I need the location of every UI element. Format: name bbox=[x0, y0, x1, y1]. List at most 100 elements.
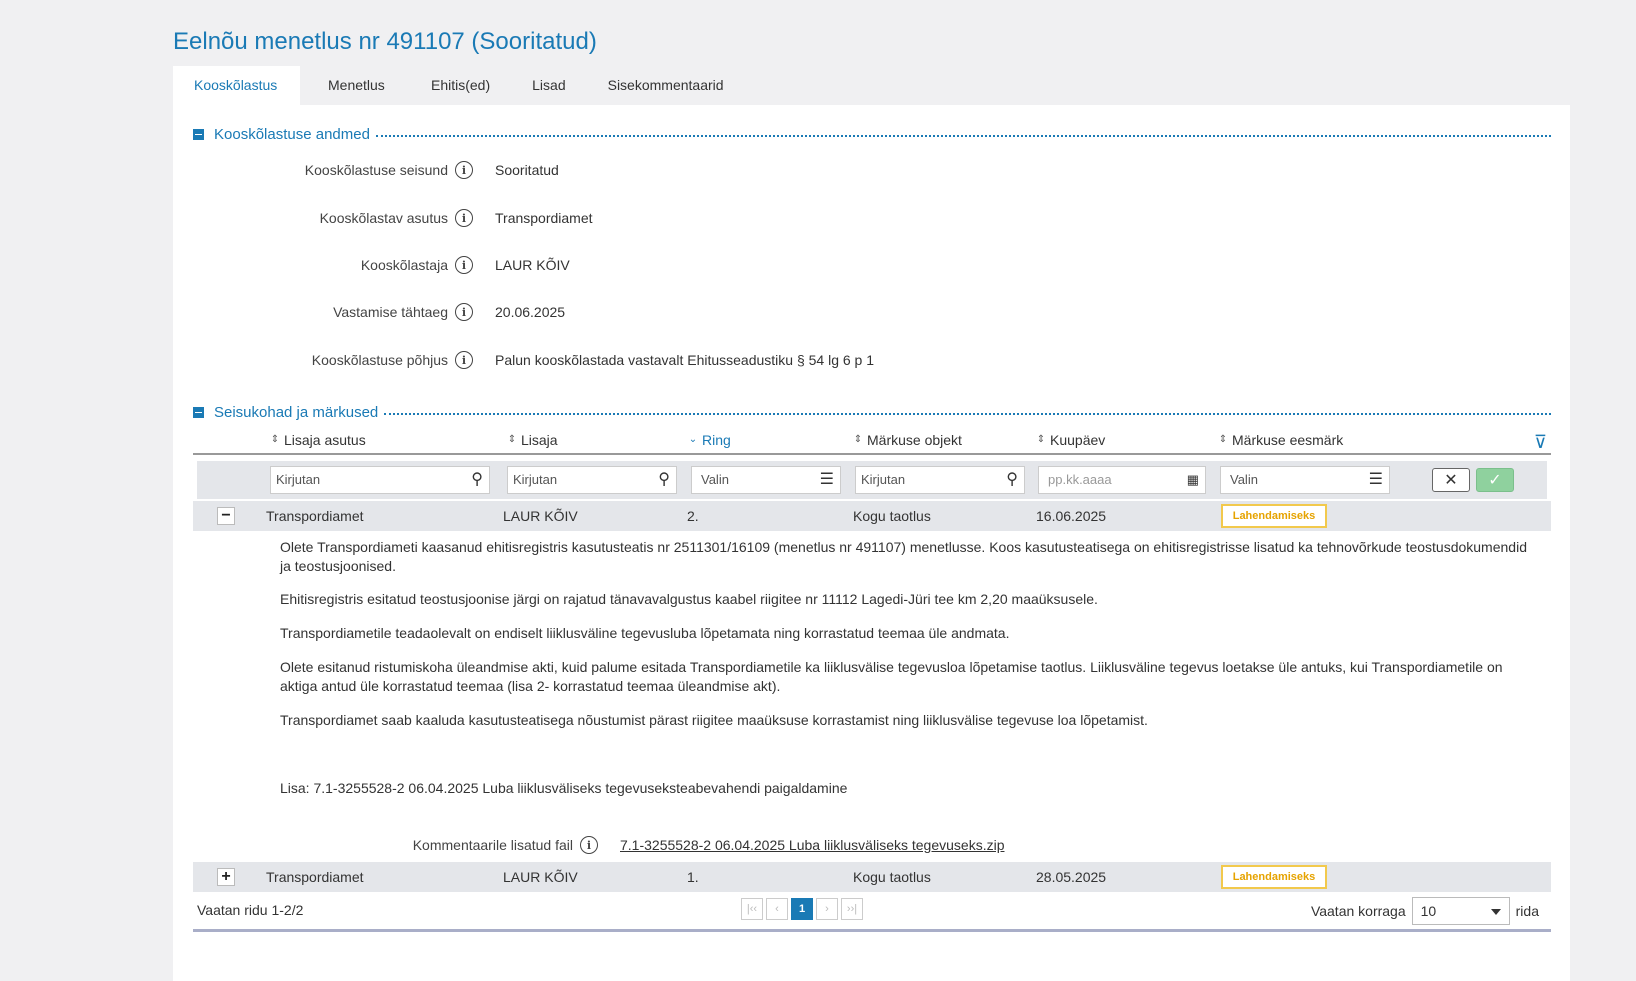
status-badge: Lahendamiseks bbox=[1221, 865, 1327, 889]
pager-row: Vaatan ridu 1-2/2 |‹‹ ‹ 1 › ››| Vaatan k… bbox=[193, 892, 1551, 932]
per-page-select[interactable]: 10 bbox=[1411, 897, 1510, 925]
comment-paragraph: Olete Transpordiameti kaasanud ehitisreg… bbox=[280, 539, 1527, 574]
field-pohjus: Kooskõlastuse põhjus i Palun kooskõlasta… bbox=[173, 350, 1273, 370]
field-label: Kooskõlastuse põhjus bbox=[311, 352, 448, 368]
tab-sisekommentaarid[interactable]: Sisekommentaarid bbox=[587, 66, 745, 105]
filter-kuupaev[interactable]: pp.kk.aaaa ▦ bbox=[1038, 466, 1206, 494]
status-badge: Lahendamiseks bbox=[1221, 504, 1327, 528]
tab-ehitised[interactable]: Ehitis(ed) bbox=[410, 66, 511, 105]
col-ring[interactable]: ⌄ Ring bbox=[688, 432, 731, 448]
sort-icon: ⇕ bbox=[1036, 434, 1046, 445]
sort-icon: ⇕ bbox=[1218, 434, 1228, 445]
col-lisaja-asutus[interactable]: ⇕ Lisaja asutus bbox=[270, 432, 366, 448]
filter-placeholder: pp.kk.aaaa bbox=[1048, 472, 1112, 487]
last-page-button[interactable]: ››| bbox=[841, 898, 863, 920]
comment-paragraph: Olete esitanud ristumiskoha üleandmise a… bbox=[280, 659, 1503, 694]
filter-lisaja-asutus[interactable]: Kirjutan ⚲ bbox=[270, 466, 490, 494]
check-icon: ✓ bbox=[1488, 472, 1502, 489]
col-markuse-eesmark[interactable]: ⇕ Märkuse eesmärk bbox=[1218, 432, 1343, 448]
col-kuupaev[interactable]: ⇕ Kuupäev bbox=[1036, 432, 1105, 448]
section-seisukohad[interactable]: Seisukohad ja märkused bbox=[193, 401, 1551, 423]
grid-header: ⇕ Lisaja asutus ⇕ Lisaja ⌄ Ring ⇕ Märkuse ob… bbox=[193, 430, 1551, 455]
filter-markuse-objekt[interactable]: Kirjutan ⚲ bbox=[855, 466, 1025, 494]
section-title: Seisukohad ja märkused bbox=[214, 403, 379, 421]
field-tahtaeg: Vastamise tähtaeg i 20.06.2025 bbox=[173, 302, 1273, 322]
table-row[interactable]: + Transpordiamet LAUR KÕIV 1. Kogu taotl… bbox=[193, 862, 1551, 892]
info-icon[interactable]: i bbox=[455, 161, 473, 179]
filter-placeholder: Kirjutan bbox=[861, 472, 906, 487]
section-kooskolastuse-andmed[interactable]: Kooskõlastuse andmed bbox=[193, 123, 1551, 145]
field-value: Sooritatud bbox=[495, 162, 559, 178]
search-icon[interactable]: ⚲ bbox=[471, 467, 483, 493]
apply-filter-button[interactable]: ✓ bbox=[1476, 468, 1514, 492]
list-icon[interactable]: ☰ bbox=[1369, 467, 1383, 493]
tab-bar: Kooskõlastus Menetlus Ehitis(ed) Lisad S… bbox=[173, 66, 745, 105]
divider bbox=[384, 413, 1551, 415]
first-page-button[interactable]: |‹‹ bbox=[741, 898, 763, 920]
filter-placeholder: Valin bbox=[1230, 472, 1258, 487]
table-row[interactable]: − Transpordiamet LAUR KÕIV 2. Kogu taotl… bbox=[193, 501, 1551, 531]
page-button[interactable]: 1 bbox=[791, 898, 813, 920]
expand-row-button[interactable]: + bbox=[217, 868, 235, 886]
rows-info: Vaatan ridu 1-2/2 bbox=[197, 902, 304, 918]
search-icon[interactable]: ⚲ bbox=[658, 467, 670, 493]
info-icon[interactable]: i bbox=[580, 836, 598, 854]
col-label: Märkuse objekt bbox=[867, 432, 962, 448]
tab-menetlus[interactable]: Menetlus bbox=[300, 66, 410, 105]
field-value: LAUR KÕIV bbox=[495, 257, 570, 273]
col-markuse-objekt[interactable]: ⇕ Märkuse objekt bbox=[853, 432, 962, 448]
info-icon[interactable]: i bbox=[455, 351, 473, 369]
filter-markuse-eesmark[interactable]: Valin ☰ bbox=[1220, 466, 1390, 494]
collapse-row-button[interactable]: − bbox=[217, 507, 235, 525]
section-title: Kooskõlastuse andmed bbox=[214, 125, 370, 143]
cell-lisaja: LAUR KÕIV bbox=[503, 869, 578, 885]
filter-placeholder: Valin bbox=[701, 472, 729, 487]
comment-paragraph: Transpordiamet saab kaaluda kasutusteati… bbox=[280, 712, 1148, 728]
cell-kuupaev: 16.06.2025 bbox=[1036, 508, 1107, 524]
tab-lisad[interactable]: Lisad bbox=[511, 66, 586, 105]
tab-kooskolastus[interactable]: Kooskõlastus bbox=[173, 66, 300, 105]
divider bbox=[375, 135, 1551, 137]
collapse-icon[interactable] bbox=[193, 128, 204, 140]
field-label: Kooskõlastav asutus bbox=[319, 210, 448, 226]
list-icon[interactable]: ☰ bbox=[820, 467, 834, 493]
pagination: |‹‹ ‹ 1 › ››| bbox=[741, 898, 863, 920]
info-icon[interactable]: i bbox=[455, 209, 473, 227]
page-title: Eelnõu menetlus nr 491107 (Sooritatud) bbox=[173, 28, 597, 55]
search-icon[interactable]: ⚲ bbox=[1006, 467, 1018, 493]
field-label: Kooskõlastuse seisund bbox=[304, 162, 448, 178]
field-asutus: Kooskõlastav asutus i Transpordiamet bbox=[173, 208, 1273, 228]
cell-objekt: Kogu taotlus bbox=[853, 869, 931, 885]
info-icon[interactable]: i bbox=[455, 303, 473, 321]
sort-desc-icon: ⌄ bbox=[688, 434, 698, 445]
per-page: Vaatan korraga 10 rida bbox=[1311, 897, 1539, 925]
cell-ring: 2. bbox=[687, 508, 699, 524]
per-page-label: Vaatan korraga bbox=[1310, 903, 1406, 919]
attachment-label: Kommentaarile lisatud fail bbox=[412, 837, 573, 853]
cell-kuupaev: 28.05.2025 bbox=[1036, 869, 1107, 885]
col-label: Ring bbox=[702, 432, 731, 448]
next-page-button[interactable]: › bbox=[816, 898, 838, 920]
cell-lisaja: LAUR KÕIV bbox=[503, 508, 578, 524]
field-label: Kooskõlastaja bbox=[360, 257, 448, 273]
prev-page-button[interactable]: ‹ bbox=[766, 898, 788, 920]
filter-icon[interactable]: ⊽ bbox=[1534, 432, 1547, 453]
field-value: Palun kooskõlastada vastavalt Ehitussead… bbox=[495, 352, 875, 368]
field-value: 20.06.2025 bbox=[495, 304, 566, 320]
filter-ring[interactable]: Valin ☰ bbox=[691, 466, 841, 494]
info-icon[interactable]: i bbox=[455, 256, 473, 274]
cell-asutus: Transpordiamet bbox=[266, 508, 364, 524]
filter-placeholder: Kirjutan bbox=[513, 472, 558, 487]
col-label: Märkuse eesmärk bbox=[1232, 432, 1344, 448]
filter-lisaja[interactable]: Kirjutan ⚲ bbox=[507, 466, 677, 494]
sort-icon: ⇕ bbox=[507, 434, 517, 445]
attachment-link[interactable]: 7.1-3255528-2 06.04.2025 Luba liiklusväl… bbox=[620, 837, 1004, 853]
collapse-icon[interactable] bbox=[193, 406, 204, 418]
close-icon: ✕ bbox=[1444, 472, 1458, 489]
calendar-icon[interactable]: ▦ bbox=[1187, 467, 1199, 493]
clear-filter-button[interactable]: ✕ bbox=[1432, 468, 1470, 492]
col-lisaja[interactable]: ⇕ Lisaja bbox=[507, 432, 558, 448]
cell-objekt: Kogu taotlus bbox=[853, 508, 931, 524]
per-page-suffix: rida bbox=[1515, 903, 1539, 919]
field-kooskolastaja: Kooskõlastaja i LAUR KÕIV bbox=[173, 255, 1273, 275]
